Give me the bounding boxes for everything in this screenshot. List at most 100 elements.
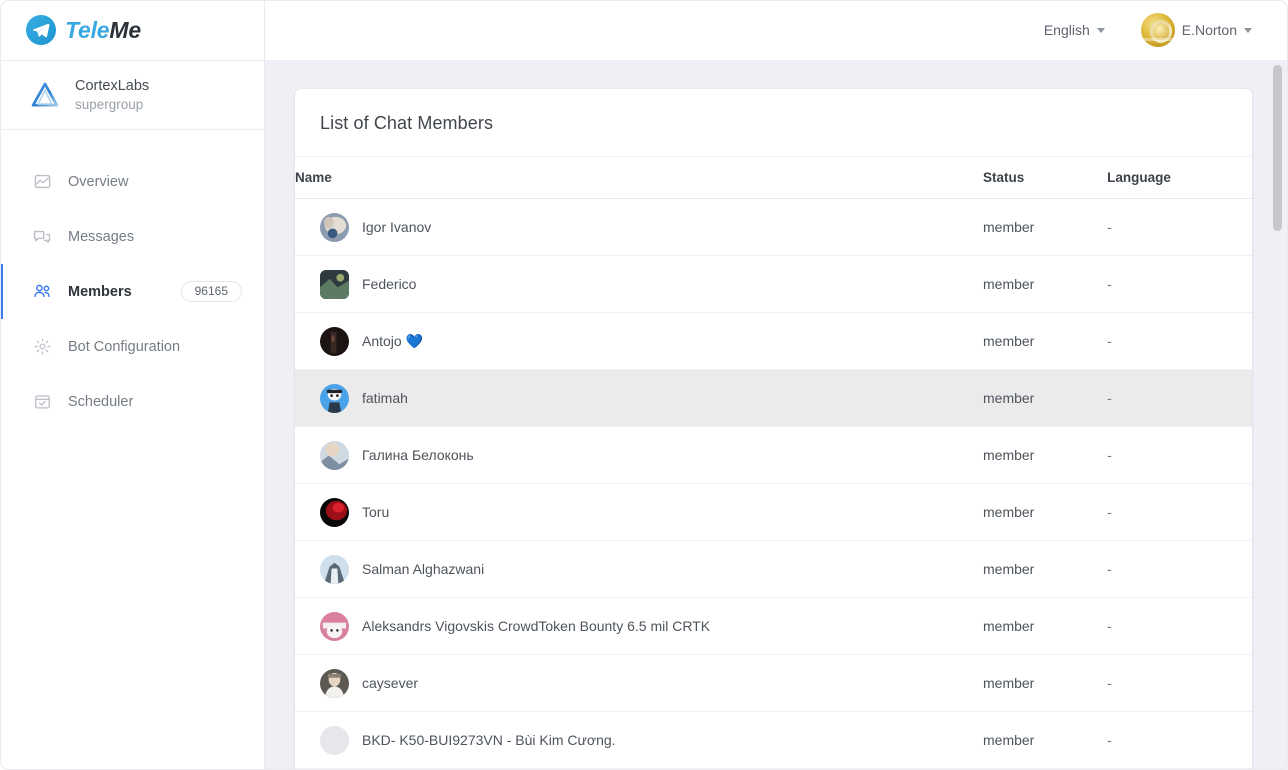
group-selector[interactable]: CortexLabs supergroup [0,61,264,130]
table-row[interactable]: Aleksandrs Vigovskis CrowdToken Bounty 6… [295,597,1252,655]
status-badge: member [983,276,1035,292]
user-menu[interactable]: E.Norton [1140,13,1252,47]
cell-status: member [983,711,1108,769]
avatar [320,383,349,413]
table-row[interactable]: caysever member - [295,654,1252,712]
cell-language: - [1107,540,1252,598]
sidebar-item-label: Scheduler [68,393,134,410]
status-badge: member [983,219,1035,235]
language-value: - [1107,561,1112,577]
status-badge: member [983,504,1035,520]
member-name: Antojo 💙 [362,332,424,349]
brand-name-part1: Tele [65,16,110,43]
cortexlabs-triangle-icon [28,78,62,112]
table-row[interactable]: fatimah member - [295,369,1252,427]
language-value: - [1107,219,1112,235]
table-header-row: Name Status Language [295,156,1252,199]
group-meta: CortexLabs supergroup [75,77,149,114]
members-card: List of Chat Members Name Status Languag… [295,89,1252,770]
brand-name: TeleMe [65,17,141,44]
avatar [320,497,349,527]
chevron-down-icon [1244,27,1252,33]
language-label: English [1043,22,1090,38]
telegram-plane-icon [26,15,56,45]
avatar [1140,13,1175,47]
cell-language: - [1107,654,1252,712]
table-row[interactable]: Галина Белоконь member - [295,426,1252,484]
cell-status: member [983,369,1108,427]
language-value: - [1107,618,1112,634]
cell-name: Igor Ivanov [295,198,983,256]
status-badge: member [983,390,1035,406]
cell-name: Federico [295,255,983,313]
table-row[interactable]: Toru member - [295,483,1252,541]
cell-status: member [983,483,1108,541]
member-name: fatimah [362,390,408,406]
cell-name: Salman Alghazwani [295,540,983,598]
table-row[interactable]: BKD- K50-BUI9273VN - Bùi Kim Cương. membe… [295,711,1252,769]
column-header-language[interactable]: Language [1107,156,1252,199]
status-badge: member [983,675,1035,691]
member-name: Salman Alghazwani [362,561,485,577]
avatar [320,668,349,698]
table-header: Name Status Language [295,156,1252,199]
members-table: Name Status Language Igor Ivanov member - F… [295,156,1252,769]
topbar: English E.Norton [265,0,1288,61]
sidebar: TeleMe CortexLabs supergroup Overview Me… [0,0,265,770]
table-row[interactable]: Antojo 💙 member - [295,312,1252,370]
language-value: - [1107,447,1112,463]
page-scrollbar[interactable] [1273,61,1282,770]
group-type: supergroup [75,96,144,112]
page-scrollbar-thumb[interactable] [1273,65,1282,231]
avatar [320,269,349,299]
user-name-label: E.Norton [1181,22,1237,38]
sidebar-item-overview[interactable]: Overview [0,154,264,209]
gear-icon [31,336,53,358]
table-row[interactable]: Federico member - [295,255,1252,313]
chat-bubbles-icon [31,226,53,248]
members-count-badge: 96165 [180,281,242,302]
sidebar-item-messages[interactable]: Messages [0,209,264,264]
language-value: - [1107,504,1112,520]
table-row[interactable]: Igor Ivanov member - [295,198,1252,256]
cell-name: Toru [295,483,983,541]
app-root: TeleMe CortexLabs supergroup Overview Me… [0,0,1288,770]
member-name: caysever [362,675,419,691]
table-row[interactable]: Salman Alghazwani member - [295,540,1252,598]
status-badge: member [983,333,1035,349]
language-value: - [1107,276,1112,292]
member-name: Галина Белоконь [362,447,474,463]
cell-status: member [983,426,1108,484]
sidebar-item-label: Members [68,283,132,300]
cell-language: - [1107,597,1252,655]
status-badge: member [983,732,1035,748]
cell-status: member [983,654,1108,712]
language-selector[interactable]: English [1044,22,1105,38]
language-value: - [1107,675,1112,691]
cell-name: caysever [295,654,983,712]
chart-area-icon [31,171,53,193]
cell-status: member [983,597,1108,655]
sidebar-item-bot-configuration[interactable]: Bot Configuration [0,319,264,374]
brand-header[interactable]: TeleMe [0,0,264,61]
sidebar-item-scheduler[interactable]: Scheduler [0,374,264,429]
cell-language: - [1107,426,1252,484]
status-badge: member [983,447,1035,463]
brand-name-part2: Me [109,16,141,43]
language-value: - [1107,333,1112,349]
cell-name: BKD- K50-BUI9273VN - Bùi Kim Cương. [295,711,983,769]
column-header-name[interactable]: Name [295,156,983,199]
main-area: English E.Norton List of Chat Members Na… [265,0,1288,770]
cell-name: Галина Белоконь [295,426,983,484]
cell-name: fatimah [295,369,983,427]
column-header-status[interactable]: Status [983,156,1108,199]
cell-language: - [1107,312,1252,370]
sidebar-nav: Overview Messages Members 96165 Bot Conf… [0,130,264,429]
sidebar-item-label: Overview [68,173,129,190]
table-body: Igor Ivanov member - Federico member - Antojo … [295,198,1252,769]
chevron-down-icon [1096,27,1105,33]
language-value: - [1107,390,1112,406]
sidebar-item-label: Bot Configuration [68,338,181,355]
avatar [320,554,349,584]
sidebar-item-members[interactable]: Members 96165 [0,264,264,319]
